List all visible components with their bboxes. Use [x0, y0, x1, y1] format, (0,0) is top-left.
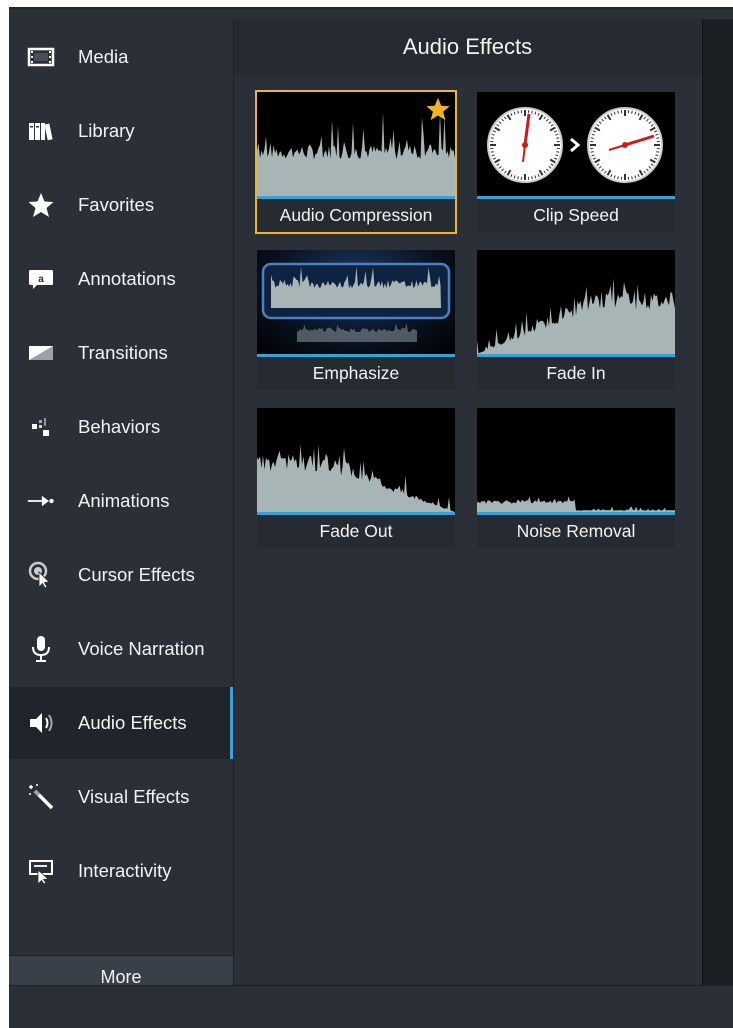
- arrow-right-icon: [27, 489, 55, 513]
- sidebar-item-label: Behaviors: [78, 416, 160, 438]
- microphone-icon: [27, 637, 55, 661]
- sidebar-item-label: Media: [78, 46, 128, 68]
- emphasize-thumbnail: [257, 250, 455, 357]
- sidebar-item-label: Library: [78, 120, 135, 142]
- panel-title: Audio Effects: [234, 19, 701, 75]
- app-window: Media Library Favorites a Annotations Tr…: [9, 7, 733, 1027]
- cursor-icon: [27, 563, 55, 587]
- top-border: [9, 7, 733, 9]
- sidebar-item-label: Transitions: [78, 342, 168, 364]
- bottom-bar: [9, 985, 733, 1028]
- effect-tile-label: Fade Out: [257, 515, 455, 548]
- sidebar-item-animations[interactable]: Animations: [9, 465, 233, 537]
- interactive-icon: [27, 859, 55, 883]
- speaker-icon: [27, 711, 55, 735]
- fade-out-thumbnail: [257, 408, 455, 515]
- sidebar-item-label: Cursor Effects: [78, 564, 195, 586]
- sidebar-item-voice-narration[interactable]: Voice Narration: [9, 613, 233, 685]
- sidebar-item-label: Annotations: [78, 268, 176, 290]
- sidebar: Media Library Favorites a Annotations Tr…: [9, 19, 234, 985]
- effect-tile-label: Noise Removal: [477, 515, 675, 548]
- effect-tile-fade-out[interactable]: Fade Out: [257, 408, 455, 548]
- transition-icon: [27, 341, 55, 365]
- clip-speed-thumbnail: [477, 92, 675, 199]
- effect-tile-noise-removal[interactable]: Noise Removal: [477, 408, 675, 548]
- favorite-star-icon: [425, 96, 451, 127]
- clock-slow-icon: [488, 108, 562, 182]
- sidebar-item-audio-effects[interactable]: Audio Effects: [9, 687, 233, 759]
- effect-tile-emphasize[interactable]: Emphasize: [257, 250, 455, 390]
- preview-area-edge: [702, 19, 733, 985]
- sidebar-item-label: Interactivity: [78, 860, 172, 882]
- effect-tile-label: Audio Compression: [257, 199, 455, 232]
- effect-tile-clip-speed[interactable]: Clip Speed: [477, 92, 675, 232]
- star-icon: [27, 193, 55, 217]
- audio-compression-thumbnail: [257, 92, 455, 199]
- sidebar-item-cursor-effects[interactable]: Cursor Effects: [9, 539, 233, 611]
- sidebar-item-annotations[interactable]: a Annotations: [9, 243, 233, 315]
- clock-fast-icon: [588, 108, 662, 182]
- effects-panel: Audio Effects Audio Compression: [234, 19, 701, 985]
- speech-bubble-icon: a: [27, 267, 55, 291]
- effect-tile-label: Clip Speed: [477, 199, 675, 232]
- noise-removal-thumbnail: [477, 408, 675, 515]
- fade-in-thumbnail: [477, 250, 675, 357]
- sidebar-item-label: Animations: [78, 490, 170, 512]
- effect-tile-label: Fade In: [477, 357, 675, 390]
- sidebar-item-transitions[interactable]: Transitions: [9, 317, 233, 389]
- magic-wand-icon: [27, 785, 55, 809]
- sidebar-item-label: Audio Effects: [78, 712, 187, 734]
- effect-tile-audio-compression[interactable]: Audio Compression: [257, 92, 455, 232]
- books-icon: [27, 119, 55, 143]
- sidebar-item-label: Visual Effects: [78, 786, 189, 808]
- sidebar-item-favorites[interactable]: Favorites: [9, 169, 233, 241]
- film-strip-icon: [27, 45, 55, 69]
- behaviors-icon: [27, 415, 55, 439]
- sidebar-item-behaviors[interactable]: Behaviors: [9, 391, 233, 463]
- svg-text:a: a: [38, 274, 44, 285]
- sidebar-item-label: Voice Narration: [78, 638, 204, 660]
- sidebar-item-media[interactable]: Media: [9, 21, 233, 93]
- sidebar-item-visual-effects[interactable]: Visual Effects: [9, 761, 233, 833]
- effect-tile-label: Emphasize: [257, 357, 455, 390]
- sidebar-item-label: Favorites: [78, 194, 154, 216]
- sidebar-item-interactivity[interactable]: Interactivity: [9, 835, 233, 907]
- effect-tile-fade-in[interactable]: Fade In: [477, 250, 675, 390]
- sidebar-item-library[interactable]: Library: [9, 95, 233, 167]
